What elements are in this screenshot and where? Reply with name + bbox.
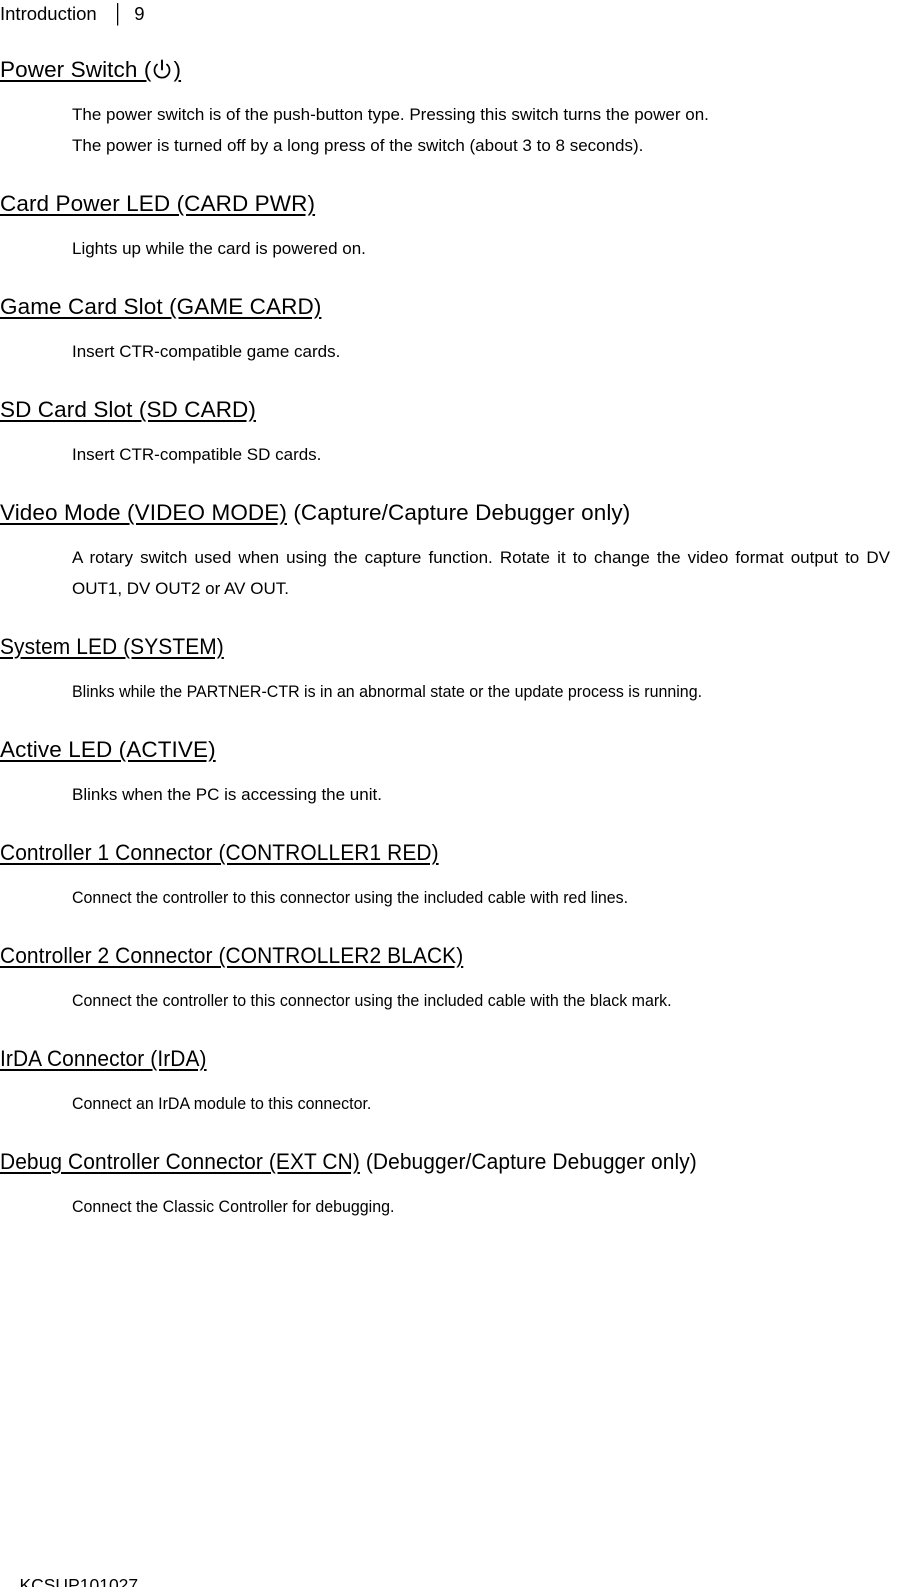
heading-game-card-slot-label: Game Card Slot (GAME CARD) [0, 294, 322, 319]
heading-system-led: System LED (SYSTEM) [0, 632, 828, 662]
paragraph-group-card-power-led: Lights up while the card is powered on. [72, 233, 890, 264]
body-paragraph: Blinks while the PARTNER-CTR is in an ab… [72, 682, 703, 701]
heading-sd-card-slot: SD Card Slot (SD CARD) [0, 395, 890, 425]
body-paragraph: Lights up while the card is powered on. [72, 239, 366, 258]
header-page-number: 9 [134, 3, 145, 24]
heading-debug-controller-connector-qualifier: (Debugger/Capture Debugger only) [359, 1149, 697, 1174]
body-paragraph: Connect an IrDA module to this connector… [72, 1094, 372, 1113]
section-active-led: Active LED (ACTIVE) Blinks when the PC i… [0, 735, 890, 838]
heading-card-power-led: Card Power LED (CARD PWR) [0, 189, 890, 219]
paragraph-group-game-card-slot: Insert CTR-compatible game cards. [72, 336, 890, 367]
section-card-power-led: Card Power LED (CARD PWR) Lights up whil… [0, 189, 890, 292]
section-power-switch: Power Switch () The power switch is of t… [0, 55, 890, 189]
header-section-title: Introduction [0, 3, 97, 24]
heading-controller2-connector-label: Controller 2 Connector (CONTROLLER2 BLAC… [0, 943, 464, 968]
heading-video-mode-label: Video Mode (VIDEO MODE) [0, 500, 287, 525]
body-paragraph: Insert CTR-compatible SD cards. [72, 445, 322, 464]
running-header: Introduction │ 9 [0, 0, 898, 28]
document-body: Power Switch () The power switch is of t… [0, 55, 890, 1222]
heading-irda-connector-label: IrDA Connector (IrDA) [0, 1046, 207, 1071]
paragraph-group-controller2-connector: Connect the controller to this connector… [72, 985, 890, 1016]
heading-debug-controller-connector-label: Debug Controller Connector (EXT CN) [0, 1149, 360, 1174]
heading-power-switch-label: Power Switch ( [0, 57, 152, 82]
heading-controller1-connector-label: Controller 1 Connector (CONTROLLER1 RED) [0, 840, 439, 865]
section-game-card-slot: Game Card Slot (GAME CARD) Insert CTR-co… [0, 292, 890, 395]
section-controller1-connector: Controller 1 Connector (CONTROLLER1 RED)… [0, 838, 890, 941]
body-paragraph: Insert CTR-compatible game cards. [72, 342, 341, 361]
document-page: Introduction │ 9 Power Switch () The pow… [0, 0, 898, 1587]
body-paragraph: A rotary switch used when using the capt… [72, 548, 890, 598]
heading-video-mode-qualifier: (Capture/Capture Debugger only) [286, 500, 631, 525]
paragraph-group-system-led: Blinks while the PARTNER-CTR is in an ab… [72, 676, 890, 707]
page-footer: KCSUP101027 [0, 1549, 898, 1587]
paragraph-group-active-led: Blinks when the PC is accessing the unit… [72, 779, 890, 810]
body-paragraph: Connect the Classic Controller for debug… [72, 1197, 395, 1216]
paragraph-group-controller1-connector: Connect the controller to this connector… [72, 882, 890, 913]
body-paragraph: Connect the controller to this connector… [72, 888, 629, 907]
body-paragraph: The power is turned off by a long press … [72, 136, 644, 155]
heading-active-led-label: Active LED (ACTIVE) [0, 737, 216, 762]
heading-system-led-label: System LED (SYSTEM) [0, 634, 224, 659]
paragraph-group-irda-connector: Connect an IrDA module to this connector… [72, 1088, 890, 1119]
section-controller2-connector: Controller 2 Connector (CONTROLLER2 BLAC… [0, 941, 890, 1044]
body-paragraph: Blinks when the PC is accessing the unit… [72, 785, 382, 804]
heading-video-mode: Video Mode (VIDEO MODE) (Capture/Capture… [0, 498, 890, 528]
section-sd-card-slot: SD Card Slot (SD CARD) Insert CTR-compat… [0, 395, 890, 498]
section-system-led: System LED (SYSTEM) Blinks while the PAR… [0, 632, 890, 735]
heading-power-switch-close-paren: ) [173, 57, 182, 82]
body-paragraph: The power switch is of the push-button t… [72, 105, 709, 124]
heading-card-power-led-label: Card Power LED (CARD PWR) [0, 191, 316, 216]
heading-irda-connector: IrDA Connector (IrDA) [0, 1044, 828, 1074]
paragraph-group-power-switch: The power switch is of the push-button t… [72, 99, 890, 161]
heading-controller2-connector: Controller 2 Connector (CONTROLLER2 BLAC… [0, 941, 828, 971]
heading-game-card-slot: Game Card Slot (GAME CARD) [0, 292, 890, 322]
paragraph-group-debug-controller-connector: Connect the Classic Controller for debug… [72, 1191, 890, 1222]
footer-document-code: KCSUP101027 [19, 1575, 139, 1587]
heading-active-led: Active LED (ACTIVE) [0, 735, 890, 765]
heading-debug-controller-connector: Debug Controller Connector (EXT CN) (Deb… [0, 1147, 828, 1177]
body-paragraph: Connect the controller to this connector… [72, 991, 672, 1010]
heading-power-switch: Power Switch () [0, 55, 890, 85]
heading-controller1-connector: Controller 1 Connector (CONTROLLER1 RED) [0, 838, 828, 868]
section-irda-connector: IrDA Connector (IrDA) Connect an IrDA mo… [0, 1044, 890, 1147]
paragraph-group-sd-card-slot: Insert CTR-compatible SD cards. [72, 439, 890, 470]
paragraph-group-video-mode: A rotary switch used when using the capt… [72, 542, 890, 604]
header-separator: │ [112, 3, 125, 24]
section-debug-controller-connector: Debug Controller Connector (EXT CN) (Deb… [0, 1147, 890, 1222]
heading-sd-card-slot-label: SD Card Slot (SD CARD) [0, 397, 256, 422]
power-symbol-icon [151, 59, 173, 81]
section-video-mode: Video Mode (VIDEO MODE) (Capture/Capture… [0, 498, 890, 632]
